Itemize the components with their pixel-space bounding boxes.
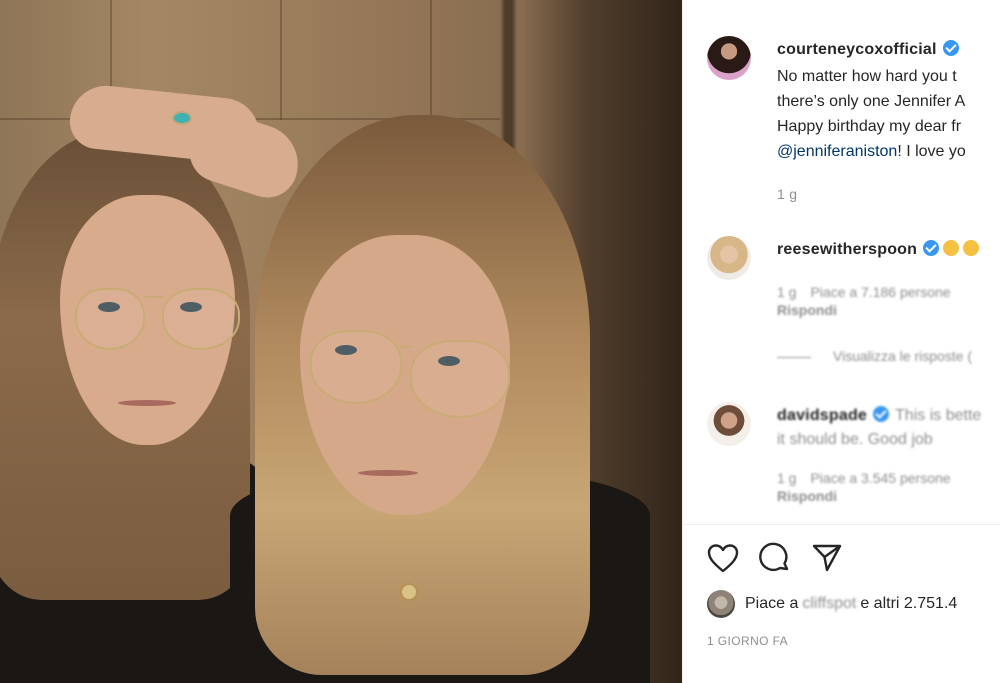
eye <box>180 302 202 312</box>
comment-likes[interactable]: Piace a 7.186 persone <box>810 284 950 300</box>
comment-meta: 1 g Piace a 3.545 persone <box>777 470 1000 486</box>
author-username[interactable]: courteneycoxofficial <box>777 41 937 58</box>
eye <box>335 345 357 355</box>
view-replies-label: Visualizza le risposte ( <box>833 348 973 364</box>
reply-button[interactable]: Rispondi <box>777 302 1000 318</box>
heart-icon[interactable] <box>705 540 741 576</box>
eye <box>438 356 460 366</box>
glasses-lens <box>162 288 240 350</box>
glasses-bridge <box>400 346 412 348</box>
view-replies-button[interactable]: Visualizza le risposte ( <box>777 348 972 364</box>
eye <box>98 302 120 312</box>
glasses-bridge <box>145 296 163 298</box>
glasses-lens <box>410 340 510 418</box>
wood-grain <box>430 0 432 130</box>
action-bar <box>705 540 845 576</box>
author-avatar[interactable] <box>707 36 751 80</box>
glasses-lens <box>310 330 402 404</box>
caption-line: @jenniferaniston! I love yo <box>777 139 1000 164</box>
laughing-emoji-icon <box>963 240 980 256</box>
mouth <box>358 470 418 476</box>
liker-name[interactable]: cliffspot <box>802 595 856 613</box>
glasses-lens <box>75 288 145 350</box>
caption-text: No matter how hard you t there’s only on… <box>777 64 1000 164</box>
verified-badge-icon <box>923 240 940 256</box>
comment-username[interactable]: davidspade <box>777 407 867 424</box>
caption-line: there’s only one Jennifer A <box>777 93 966 110</box>
post-side-panel: courteneycoxofficial No matter how hard … <box>682 0 1000 683</box>
comment-username[interactable]: reesewitherspoon <box>777 241 917 258</box>
likes-suffix[interactable]: e altri 2.751.4 <box>860 595 957 613</box>
likes-prefix: Piace a <box>745 595 799 612</box>
caption-line: Happy birthday my dear fr <box>777 118 962 135</box>
mention-link[interactable]: @jenniferaniston <box>777 143 897 160</box>
necklace-pendant <box>400 583 418 601</box>
post-date[interactable]: 1 GIORNO FA <box>707 634 788 648</box>
comment-text: This is bette <box>895 407 982 424</box>
comment-time[interactable]: 1 g <box>777 470 796 486</box>
caption-time[interactable]: 1 g <box>777 186 797 202</box>
comment-likes[interactable]: Piace a 3.545 persone <box>810 470 950 486</box>
comment: davidspade This is bette it should be. Go… <box>777 404 1000 504</box>
comment-icon[interactable] <box>757 540 793 576</box>
comment-line: davidspade This is bette <box>777 404 1000 428</box>
divider-dash <box>777 356 811 358</box>
section-divider <box>683 524 1000 525</box>
turquoise-ring <box>172 111 192 125</box>
commenter-avatar[interactable] <box>707 402 751 446</box>
caption-tail: ! I love yo <box>897 143 966 160</box>
share-icon[interactable] <box>809 540 845 576</box>
comment-text-cont: it should be. Good job <box>777 431 933 448</box>
verified-badge-icon <box>873 406 890 422</box>
mouth <box>118 400 176 406</box>
verified-badge-icon <box>942 40 959 56</box>
reply-button[interactable]: Rispondi <box>777 488 1000 504</box>
wood-grain <box>280 0 282 120</box>
comment-meta: 1 g Piace a 7.186 persone <box>777 284 1000 300</box>
comment-time[interactable]: 1 g <box>777 284 796 300</box>
comment-line: reesewitherspoon <box>777 238 1000 262</box>
comment: reesewitherspoon 1 g Piace a 7.186 person… <box>777 238 1000 318</box>
caption-line: No matter how hard you t <box>777 68 957 85</box>
post-photo[interactable] <box>0 0 682 683</box>
laughing-emoji-icon <box>943 240 960 256</box>
liker-avatar <box>707 590 735 618</box>
commenter-avatar[interactable] <box>707 236 751 280</box>
likes-summary[interactable]: Piace a cliffspot e altri 2.751.4 <box>707 590 957 618</box>
caption-author: courteneycoxofficial <box>777 40 959 59</box>
